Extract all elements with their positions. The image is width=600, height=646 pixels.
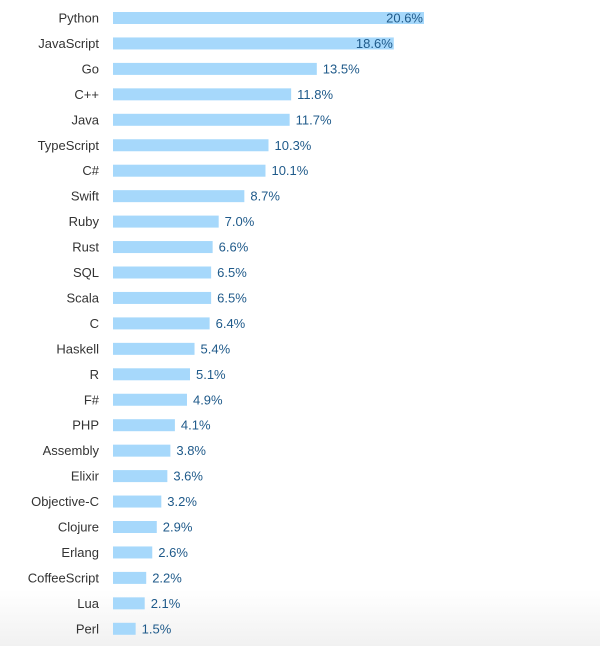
bar [113, 190, 245, 203]
category-label: C++ [74, 87, 99, 102]
horizontal-bar-chart: Python JavaScript Go C++ Java TypeScript C# Swi… [28, 11, 424, 637]
value-label: 6.5% [217, 265, 247, 280]
category-label: Swift [71, 189, 100, 204]
value-label: 7.0% [225, 214, 255, 229]
value-label: 4.1% [181, 418, 211, 433]
category-label: Clojure [58, 520, 99, 535]
bar [113, 622, 136, 635]
bar [113, 571, 147, 584]
value-label: 6.5% [217, 290, 247, 305]
value-label: 3.6% [173, 469, 203, 484]
value-label: 1.5% [142, 621, 172, 636]
bar [113, 495, 162, 508]
value-label: 2.1% [151, 596, 181, 611]
category-label: Assembly [43, 443, 100, 458]
category-label: C# [82, 163, 99, 178]
bar [113, 113, 290, 126]
value-label: 4.9% [193, 392, 223, 407]
value-label: 13.5% [323, 61, 360, 76]
value-label: 3.8% [176, 443, 206, 458]
bar [113, 241, 213, 254]
bar [113, 266, 212, 279]
bar [113, 368, 190, 381]
value-label: 20.6% [386, 11, 423, 26]
value-label: 2.9% [163, 520, 193, 535]
category-label: Python [59, 11, 99, 26]
value-label: 10.3% [275, 138, 312, 153]
bar [113, 12, 424, 24]
bar [113, 139, 269, 152]
value-label: 5.1% [196, 367, 226, 382]
category-label: Erlang [61, 545, 99, 560]
category-label: TypeScript [38, 138, 100, 153]
category-label: F# [84, 392, 100, 407]
bar [113, 37, 394, 50]
bar [113, 164, 266, 177]
value-label: 6.4% [216, 316, 246, 331]
category-label: Rust [72, 240, 99, 255]
category-label: JavaScript [38, 36, 99, 51]
category-label: Go [82, 61, 99, 76]
category-label: Lua [77, 596, 99, 611]
category-label: C [90, 316, 99, 331]
value-label: 18.6% [356, 36, 393, 51]
value-label: 11.7% [296, 112, 332, 127]
value-label: 11.8% [297, 87, 333, 102]
bar [113, 88, 292, 101]
bar [113, 444, 171, 457]
bar [113, 62, 317, 75]
category-label: Ruby [69, 214, 100, 229]
bar [113, 317, 210, 330]
bar [113, 419, 175, 432]
bar [113, 342, 195, 355]
category-label: Haskell [56, 341, 99, 356]
value-label: 2.2% [152, 570, 182, 585]
value-label: 5.4% [201, 341, 231, 356]
bars [113, 12, 424, 635]
bar [113, 470, 168, 483]
bar [113, 597, 145, 610]
value-label: 2.6% [158, 545, 188, 560]
value-label: 6.6% [219, 240, 249, 255]
category-label: Elixir [71, 469, 100, 484]
category-label: PHP [72, 418, 99, 433]
bar [113, 215, 219, 228]
category-label: Scala [66, 290, 99, 305]
bar [113, 521, 157, 533]
value-label: 8.7% [250, 189, 280, 204]
value-label: 3.2% [167, 494, 197, 509]
bar [113, 393, 187, 406]
category-label: SQL [73, 265, 99, 280]
category-label: R [90, 367, 99, 382]
bar [113, 291, 212, 304]
value-label: 10.1% [271, 163, 308, 178]
category-label: Perl [76, 621, 99, 636]
category-label: Java [72, 112, 100, 127]
bar [113, 546, 153, 559]
category-labels: Python JavaScript Go C++ Java TypeScript C# Swi… [28, 11, 100, 637]
category-label: Objective-C [31, 494, 99, 509]
category-label: CoffeeScript [28, 570, 100, 585]
